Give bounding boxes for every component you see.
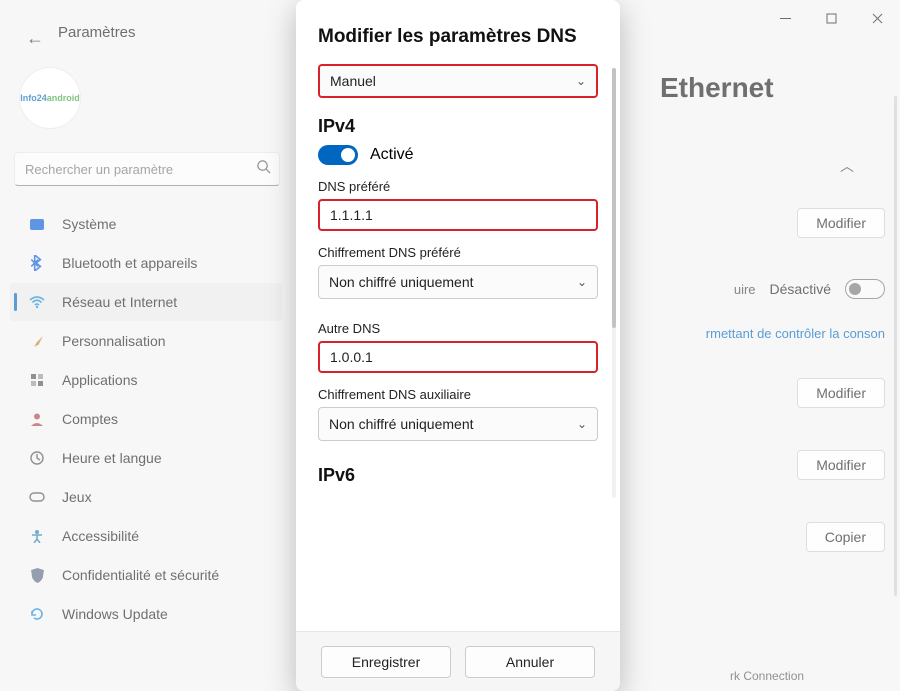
chevron-down-icon: ⌄ xyxy=(576,74,586,88)
close-button[interactable] xyxy=(854,0,900,36)
ipv4-toggle[interactable] xyxy=(318,145,358,165)
sidebar-item-label: Réseau et Internet xyxy=(62,294,177,310)
sidebar-item-label: Applications xyxy=(62,372,138,388)
metered-toggle[interactable] xyxy=(845,279,885,299)
ipv4-heading: IPv4 xyxy=(318,116,598,137)
sidebar-item-jeux[interactable]: Jeux xyxy=(10,478,282,516)
sidebar-item-label: Système xyxy=(62,216,116,232)
cancel-button[interactable]: Annuler xyxy=(465,646,595,678)
sidebar-item-label: Accessibilité xyxy=(62,528,139,544)
grid-icon xyxy=(28,371,46,389)
sidebar-item-label: Windows Update xyxy=(62,606,168,622)
sidebar-item-label: Bluetooth et appareils xyxy=(62,255,197,271)
partial-text: uire xyxy=(734,282,756,297)
modal-title: Modifier les paramètres DNS xyxy=(318,26,598,48)
monitor-icon xyxy=(28,215,46,233)
sidebar-item-r-seau-et-internet[interactable]: Réseau et Internet xyxy=(10,283,282,321)
brush-icon xyxy=(28,332,46,350)
modal-scrollbar[interactable] xyxy=(612,68,616,498)
alt-dns-value: 1.0.0.1 xyxy=(330,349,373,365)
sidebar-item-label: Comptes xyxy=(62,411,118,427)
modal-footer: Enregistrer Annuler xyxy=(296,631,620,691)
sidebar-item-label: Heure et langue xyxy=(62,450,162,466)
back-button[interactable]: ← xyxy=(26,28,44,49)
chevron-down-icon: ⌄ xyxy=(577,275,587,289)
sidebar-item-bluetooth-et-appareils[interactable]: Bluetooth et appareils xyxy=(10,244,282,282)
dns-settings-modal: Modifier les paramètres DNS Manuel ⌄ IPv… xyxy=(296,0,620,691)
dns-mode-value: Manuel xyxy=(330,73,376,89)
sidebar-nav: Système Bluetooth et appareils Réseau et I… xyxy=(8,204,288,634)
alt-dns-enc-select[interactable]: Non chiffré uniquement ⌄ xyxy=(318,407,598,441)
window-scrollbar[interactable] xyxy=(894,96,897,596)
access-icon xyxy=(28,527,46,545)
clock-icon xyxy=(28,449,46,467)
preferred-dns-enc-label: Chiffrement DNS préféré xyxy=(318,245,598,260)
sidebar-item-comptes[interactable]: Comptes xyxy=(10,400,282,438)
update-icon xyxy=(28,605,46,623)
sidebar-item-applications[interactable]: Applications xyxy=(10,361,282,399)
sidebar-item-heure-et-langue[interactable]: Heure et langue xyxy=(10,439,282,477)
sidebar-item-windows-update[interactable]: Windows Update xyxy=(10,595,282,633)
alt-dns-input[interactable]: 1.0.0.1 xyxy=(318,341,598,373)
alt-dns-label: Autre DNS xyxy=(318,321,598,336)
data-limit-link[interactable]: rmettant de contrôler la conson xyxy=(605,322,885,357)
sidebar-item-label: Jeux xyxy=(62,489,92,505)
preferred-dns-enc-value: Non chiffré uniquement xyxy=(329,274,474,290)
app-title: Paramètres xyxy=(58,24,136,41)
game-icon xyxy=(28,488,46,506)
sidebar-item-label: Confidentialité et sécurité xyxy=(62,567,219,583)
preferred-dns-label: DNS préféré xyxy=(318,179,598,194)
modify-button-1[interactable]: Modifier xyxy=(797,208,885,238)
copy-button[interactable]: Copier xyxy=(806,522,885,552)
footer-partial-text: rk Connection xyxy=(730,669,804,683)
minimize-button[interactable] xyxy=(762,0,808,36)
page-title: Ethernet xyxy=(660,72,774,104)
modify-button-3[interactable]: Modifier xyxy=(797,450,885,480)
wifi-icon xyxy=(28,293,46,311)
modify-button-2[interactable]: Modifier xyxy=(797,378,885,408)
window-controls xyxy=(762,0,900,36)
alt-dns-enc-label: Chiffrement DNS auxiliaire xyxy=(318,387,598,402)
settings-window: ← Paramètres Info24android Système Blueto… xyxy=(0,0,900,691)
dns-mode-select[interactable]: Manuel ⌄ xyxy=(318,64,598,98)
preferred-dns-value: 1.1.1.1 xyxy=(330,207,373,223)
shield-icon xyxy=(28,566,46,584)
bt-icon xyxy=(28,254,46,272)
search-input-wrap[interactable] xyxy=(14,152,280,186)
page-right-column: Modifier uire Désactivé rmettant de cont… xyxy=(605,130,885,573)
search-icon xyxy=(256,159,271,179)
sidebar-item-syst-me[interactable]: Système xyxy=(10,205,282,243)
alt-dns-enc-value: Non chiffré uniquement xyxy=(329,416,474,432)
user-icon xyxy=(28,410,46,428)
avatar[interactable]: Info24android xyxy=(20,68,80,128)
metered-status-label: Désactivé xyxy=(770,281,831,297)
preferred-dns-input[interactable]: 1.1.1.1 xyxy=(318,199,598,231)
sidebar-item-personnalisation[interactable]: Personnalisation xyxy=(10,322,282,360)
ipv6-heading: IPv6 xyxy=(318,465,598,486)
chevron-down-icon: ⌄ xyxy=(577,417,587,431)
save-button[interactable]: Enregistrer xyxy=(321,646,451,678)
maximize-button[interactable] xyxy=(808,0,854,36)
sidebar-item-label: Personnalisation xyxy=(62,333,166,349)
preferred-dns-enc-select[interactable]: Non chiffré uniquement ⌄ xyxy=(318,265,598,299)
ipv4-toggle-label: Activé xyxy=(370,146,414,164)
sidebar-item-accessibilit-[interactable]: Accessibilité xyxy=(10,517,282,555)
search-input[interactable] xyxy=(23,161,256,178)
sidebar-item-confidentialit-et-s-curit-[interactable]: Confidentialité et sécurité xyxy=(10,556,282,594)
